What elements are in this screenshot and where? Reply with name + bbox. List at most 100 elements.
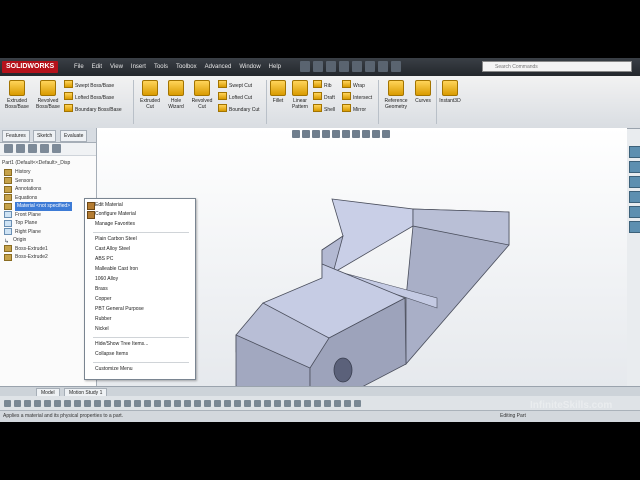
tool-23-icon[interactable]	[224, 399, 231, 407]
menu-collapse-items[interactable]: Collapse Items	[95, 351, 128, 357]
menu-material-rubber[interactable]: Rubber	[95, 316, 111, 322]
intersect-button[interactable]: Intersect	[342, 92, 372, 102]
tool-15-icon[interactable]	[144, 399, 151, 407]
resources-icon[interactable]	[629, 146, 640, 158]
menu-edit[interactable]: Edit	[88, 61, 106, 73]
swept-boss-button[interactable]: Swept Boss/Base	[64, 80, 114, 90]
menu-material-nickel[interactable]: Nickel	[95, 326, 109, 332]
tool-25-icon[interactable]	[244, 399, 251, 407]
tool-26-icon[interactable]	[254, 399, 261, 407]
tool-17-icon[interactable]	[164, 399, 171, 407]
tool-8-icon[interactable]	[74, 399, 81, 407]
display-manager-icon[interactable]	[52, 144, 61, 153]
dim-xpert-icon[interactable]	[40, 144, 49, 153]
tool-10-icon[interactable]	[94, 399, 101, 407]
tool-30-icon[interactable]	[294, 399, 301, 407]
tree-item-equations[interactable]: Equations	[4, 194, 96, 203]
curves-button[interactable]: Curves	[412, 78, 434, 104]
menu-window[interactable]: Window	[235, 61, 264, 73]
rebuild-icon[interactable]	[378, 61, 388, 72]
menu-material-malleable-cast-iron[interactable]: Malleable Cast Iron	[95, 266, 138, 272]
wrap-button[interactable]: Wrap	[342, 80, 365, 90]
tool-12-icon[interactable]	[114, 399, 121, 407]
tree-item-front-plane[interactable]: Front Plane	[4, 211, 96, 220]
rib-button[interactable]: Rib	[313, 80, 332, 90]
tool-16-icon[interactable]	[154, 399, 161, 407]
menu-material-abs-pc[interactable]: ABS PC	[95, 256, 113, 262]
menu-toolbox[interactable]: Toolbox	[172, 61, 201, 73]
tool-7-icon[interactable]	[64, 399, 71, 407]
options-icon[interactable]	[391, 61, 401, 72]
hole-feature[interactable]	[333, 357, 353, 383]
select-icon[interactable]	[365, 61, 375, 72]
design-library-icon[interactable]	[629, 161, 640, 173]
revolved-boss-button[interactable]: Revolved Boss/Base	[33, 78, 63, 110]
reference-geometry-button[interactable]: Reference Geometry	[380, 78, 412, 110]
tree-item-sensors[interactable]: Sensors	[4, 177, 96, 186]
tool-1-icon[interactable]	[4, 399, 11, 407]
tree-item-annotations[interactable]: Annotations	[4, 185, 96, 194]
menu-advanced[interactable]: Advanced	[201, 61, 236, 73]
menu-file[interactable]: File	[70, 61, 88, 73]
menu-configure-material[interactable]: Configure Material	[95, 211, 136, 217]
tool-35-icon[interactable]	[344, 399, 351, 407]
mirror-button[interactable]: Mirror	[342, 104, 366, 114]
tree-root-part[interactable]: Part1 (Default<<Default>_Disp	[2, 160, 70, 166]
search-commands-input[interactable]: Search Commands	[482, 61, 632, 72]
tree-item-origin[interactable]: ↳ Origin	[4, 236, 96, 245]
hole-wizard-button[interactable]: Hole Wizard	[163, 78, 189, 110]
menu-material-plain-carbon-steel[interactable]: Plain Carbon Steel	[95, 236, 137, 242]
tool-11-icon[interactable]	[104, 399, 111, 407]
menu-material-cast-alloy-steel[interactable]: Cast Alloy Steel	[95, 246, 130, 252]
feature-tree-icon[interactable]	[4, 144, 13, 153]
save-icon[interactable]	[326, 61, 336, 72]
tree-item-history[interactable]: History	[4, 168, 96, 177]
menu-material-brass[interactable]: Brass	[95, 286, 108, 292]
menu-material-pbt[interactable]: PBT General Purpose	[95, 306, 144, 312]
lofted-cut-button[interactable]: Lofted Cut	[218, 92, 252, 102]
view-palette-icon[interactable]	[629, 191, 640, 203]
tool-6-icon[interactable]	[54, 399, 61, 407]
menu-customize-menu[interactable]: Customize Menu	[95, 366, 133, 372]
revolved-cut-button[interactable]: Revolved Cut	[188, 78, 216, 110]
new-icon[interactable]	[300, 61, 310, 72]
file-explorer-icon[interactable]	[629, 176, 640, 188]
menu-hide-show-tree-items[interactable]: Hide/Show Tree Items...	[95, 341, 148, 347]
property-manager-icon[interactable]	[16, 144, 25, 153]
menu-manage-favorites[interactable]: Manage Favorites	[95, 221, 135, 227]
tool-19-icon[interactable]	[184, 399, 191, 407]
tree-item-boss-extrude1[interactable]: Boss-Extrude1	[4, 245, 96, 254]
boundary-boss-button[interactable]: Boundary Boss/Base	[64, 104, 122, 114]
fillet-button[interactable]: Fillet	[268, 78, 288, 104]
tool-2-icon[interactable]	[14, 399, 21, 407]
extruded-cut-button[interactable]: Extruded Cut	[136, 78, 164, 110]
tool-13-icon[interactable]	[124, 399, 131, 407]
tool-32-icon[interactable]	[314, 399, 321, 407]
tool-9-icon[interactable]	[84, 399, 91, 407]
menu-help[interactable]: Help	[265, 61, 285, 73]
tab-features[interactable]: Features	[2, 130, 30, 142]
tab-evaluate[interactable]: Evaluate	[60, 130, 88, 142]
menu-material-1060-alloy[interactable]: 1060 Alloy	[95, 276, 118, 282]
tool-3-icon[interactable]	[24, 399, 31, 407]
lofted-boss-button[interactable]: Lofted Boss/Base	[64, 92, 114, 102]
tab-sketch[interactable]: Sketch	[33, 130, 57, 142]
instant3d-button[interactable]: Instant3D	[438, 78, 462, 104]
draft-button[interactable]: Draft	[313, 92, 335, 102]
print-icon[interactable]	[339, 61, 349, 72]
linear-pattern-button[interactable]: Linear Pattern	[288, 78, 312, 110]
menu-insert[interactable]: Insert	[127, 61, 150, 73]
tool-31-icon[interactable]	[304, 399, 311, 407]
tool-33-icon[interactable]	[324, 399, 331, 407]
tool-24-icon[interactable]	[234, 399, 241, 407]
boundary-cut-button[interactable]: Boundary Cut	[218, 104, 260, 114]
shell-button[interactable]: Shell	[313, 104, 335, 114]
tool-4-icon[interactable]	[34, 399, 41, 407]
tree-item-material[interactable]: Material <not specified>	[4, 202, 96, 211]
tool-29-icon[interactable]	[284, 399, 291, 407]
tool-14-icon[interactable]	[134, 399, 141, 407]
tool-21-icon[interactable]	[204, 399, 211, 407]
swept-cut-button[interactable]: Swept Cut	[218, 80, 252, 90]
solidworks-logo[interactable]: SOLIDWORKS	[2, 61, 59, 73]
open-icon[interactable]	[313, 61, 323, 72]
